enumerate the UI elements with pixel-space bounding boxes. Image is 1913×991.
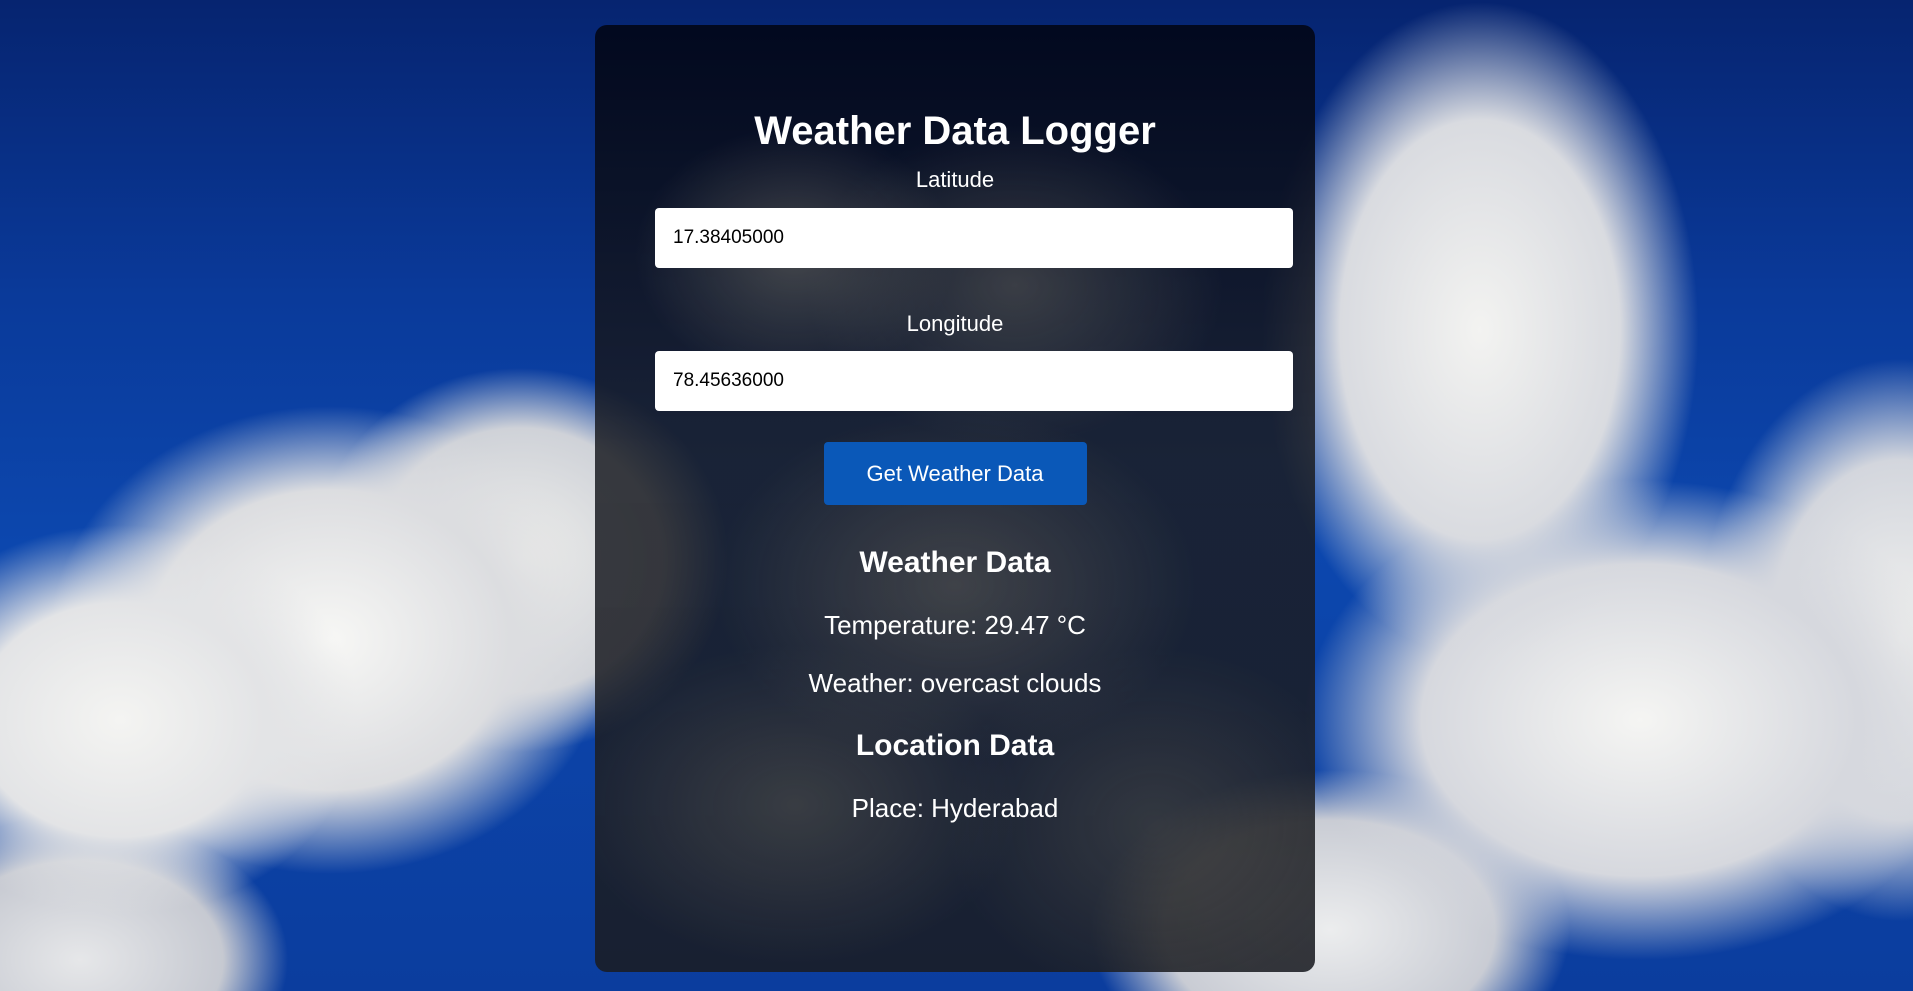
place-text: Place: Hyderabad xyxy=(851,793,1059,823)
location-data-section: Location Data Place: Hyderabad xyxy=(595,728,1315,823)
weather-description-text: Weather: overcast clouds xyxy=(808,668,1102,698)
get-weather-data-button[interactable]: Get Weather Data xyxy=(823,442,1087,505)
longitude-input[interactable] xyxy=(655,351,1293,411)
weather-data-heading: Weather Data xyxy=(859,546,1051,579)
weather-card: Weather Data Logger Latitude Longitude G… xyxy=(595,25,1315,972)
longitude-label: Longitude xyxy=(906,311,1004,336)
location-data-heading: Location Data xyxy=(855,729,1055,762)
latitude-input[interactable] xyxy=(655,208,1293,268)
latitude-label: Latitude xyxy=(915,167,995,192)
page-title: Weather Data Logger xyxy=(754,109,1156,153)
temperature-text: Temperature: 29.47 °C xyxy=(824,610,1086,640)
weather-data-section: Weather Data Temperature: 29.47 °C Weath… xyxy=(595,545,1315,698)
